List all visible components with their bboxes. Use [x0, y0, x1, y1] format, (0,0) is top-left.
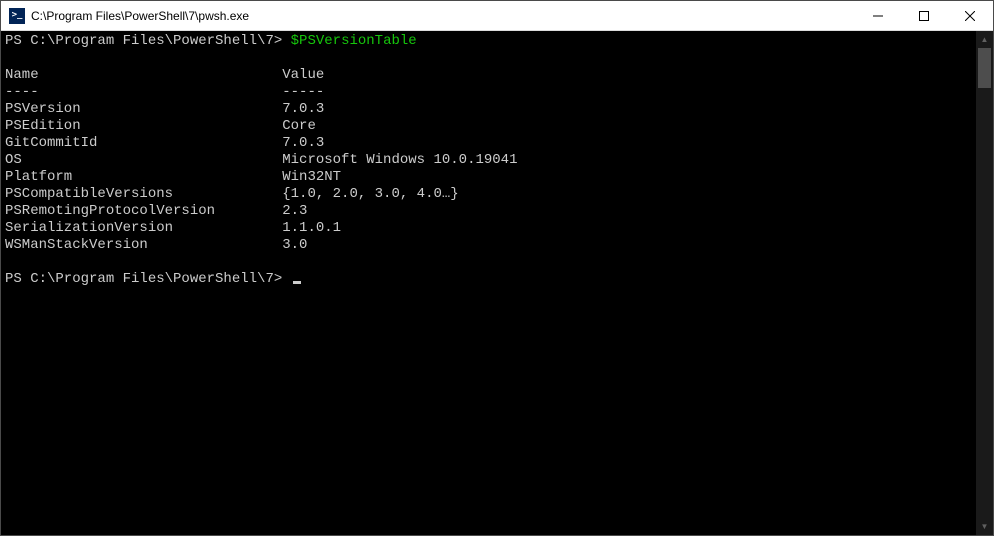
table-row: PSRemotingProtocolVersion 2.3 [5, 203, 972, 220]
cursor [293, 281, 301, 284]
table-row: PSVersion 7.0.3 [5, 101, 972, 118]
scrollbar-track[interactable] [976, 48, 993, 518]
table-header-rule: ---- ----- [5, 84, 972, 101]
powershell-icon-glyph: >_ [12, 11, 23, 20]
prompt-prefix: PS C:\Program Files\PowerShell\7> [5, 33, 291, 49]
minimize-button[interactable] [855, 1, 901, 30]
maximize-icon [919, 11, 929, 21]
blank-line [5, 50, 972, 67]
table-row: PSEdition Core [5, 118, 972, 135]
scroll-down-arrow[interactable]: ▼ [976, 518, 993, 535]
vertical-scrollbar[interactable]: ▲ ▼ [976, 31, 993, 535]
prompt-line: PS C:\Program Files\PowerShell\7> [5, 271, 972, 288]
maximize-button[interactable] [901, 1, 947, 30]
window-controls [855, 1, 993, 30]
prompt-line: PS C:\Program Files\PowerShell\7> $PSVer… [5, 33, 972, 50]
terminal-output[interactable]: PS C:\Program Files\PowerShell\7> $PSVer… [1, 31, 976, 535]
powershell-icon: >_ [9, 8, 25, 24]
blank-line [5, 254, 972, 271]
scrollbar-thumb[interactable] [978, 48, 991, 88]
titlebar[interactable]: >_ C:\Program Files\PowerShell\7\pwsh.ex… [1, 1, 993, 31]
close-button[interactable] [947, 1, 993, 30]
powershell-window: >_ C:\Program Files\PowerShell\7\pwsh.ex… [0, 0, 994, 536]
table-row: PSCompatibleVersions {1.0, 2.0, 3.0, 4.0… [5, 186, 972, 203]
table-header: Name Value [5, 67, 972, 84]
table-row: OS Microsoft Windows 10.0.19041 [5, 152, 972, 169]
window-title: C:\Program Files\PowerShell\7\pwsh.exe [31, 9, 855, 23]
command-text: $PSVersionTable [291, 33, 417, 49]
table-row: WSManStackVersion 3.0 [5, 237, 972, 254]
scroll-up-arrow[interactable]: ▲ [976, 31, 993, 48]
table-row: GitCommitId 7.0.3 [5, 135, 972, 152]
close-icon [965, 11, 975, 21]
prompt-prefix: PS C:\Program Files\PowerShell\7> [5, 271, 291, 287]
terminal-area: PS C:\Program Files\PowerShell\7> $PSVer… [1, 31, 993, 535]
table-row: SerializationVersion 1.1.0.1 [5, 220, 972, 237]
minimize-icon [873, 11, 883, 21]
table-row: Platform Win32NT [5, 169, 972, 186]
